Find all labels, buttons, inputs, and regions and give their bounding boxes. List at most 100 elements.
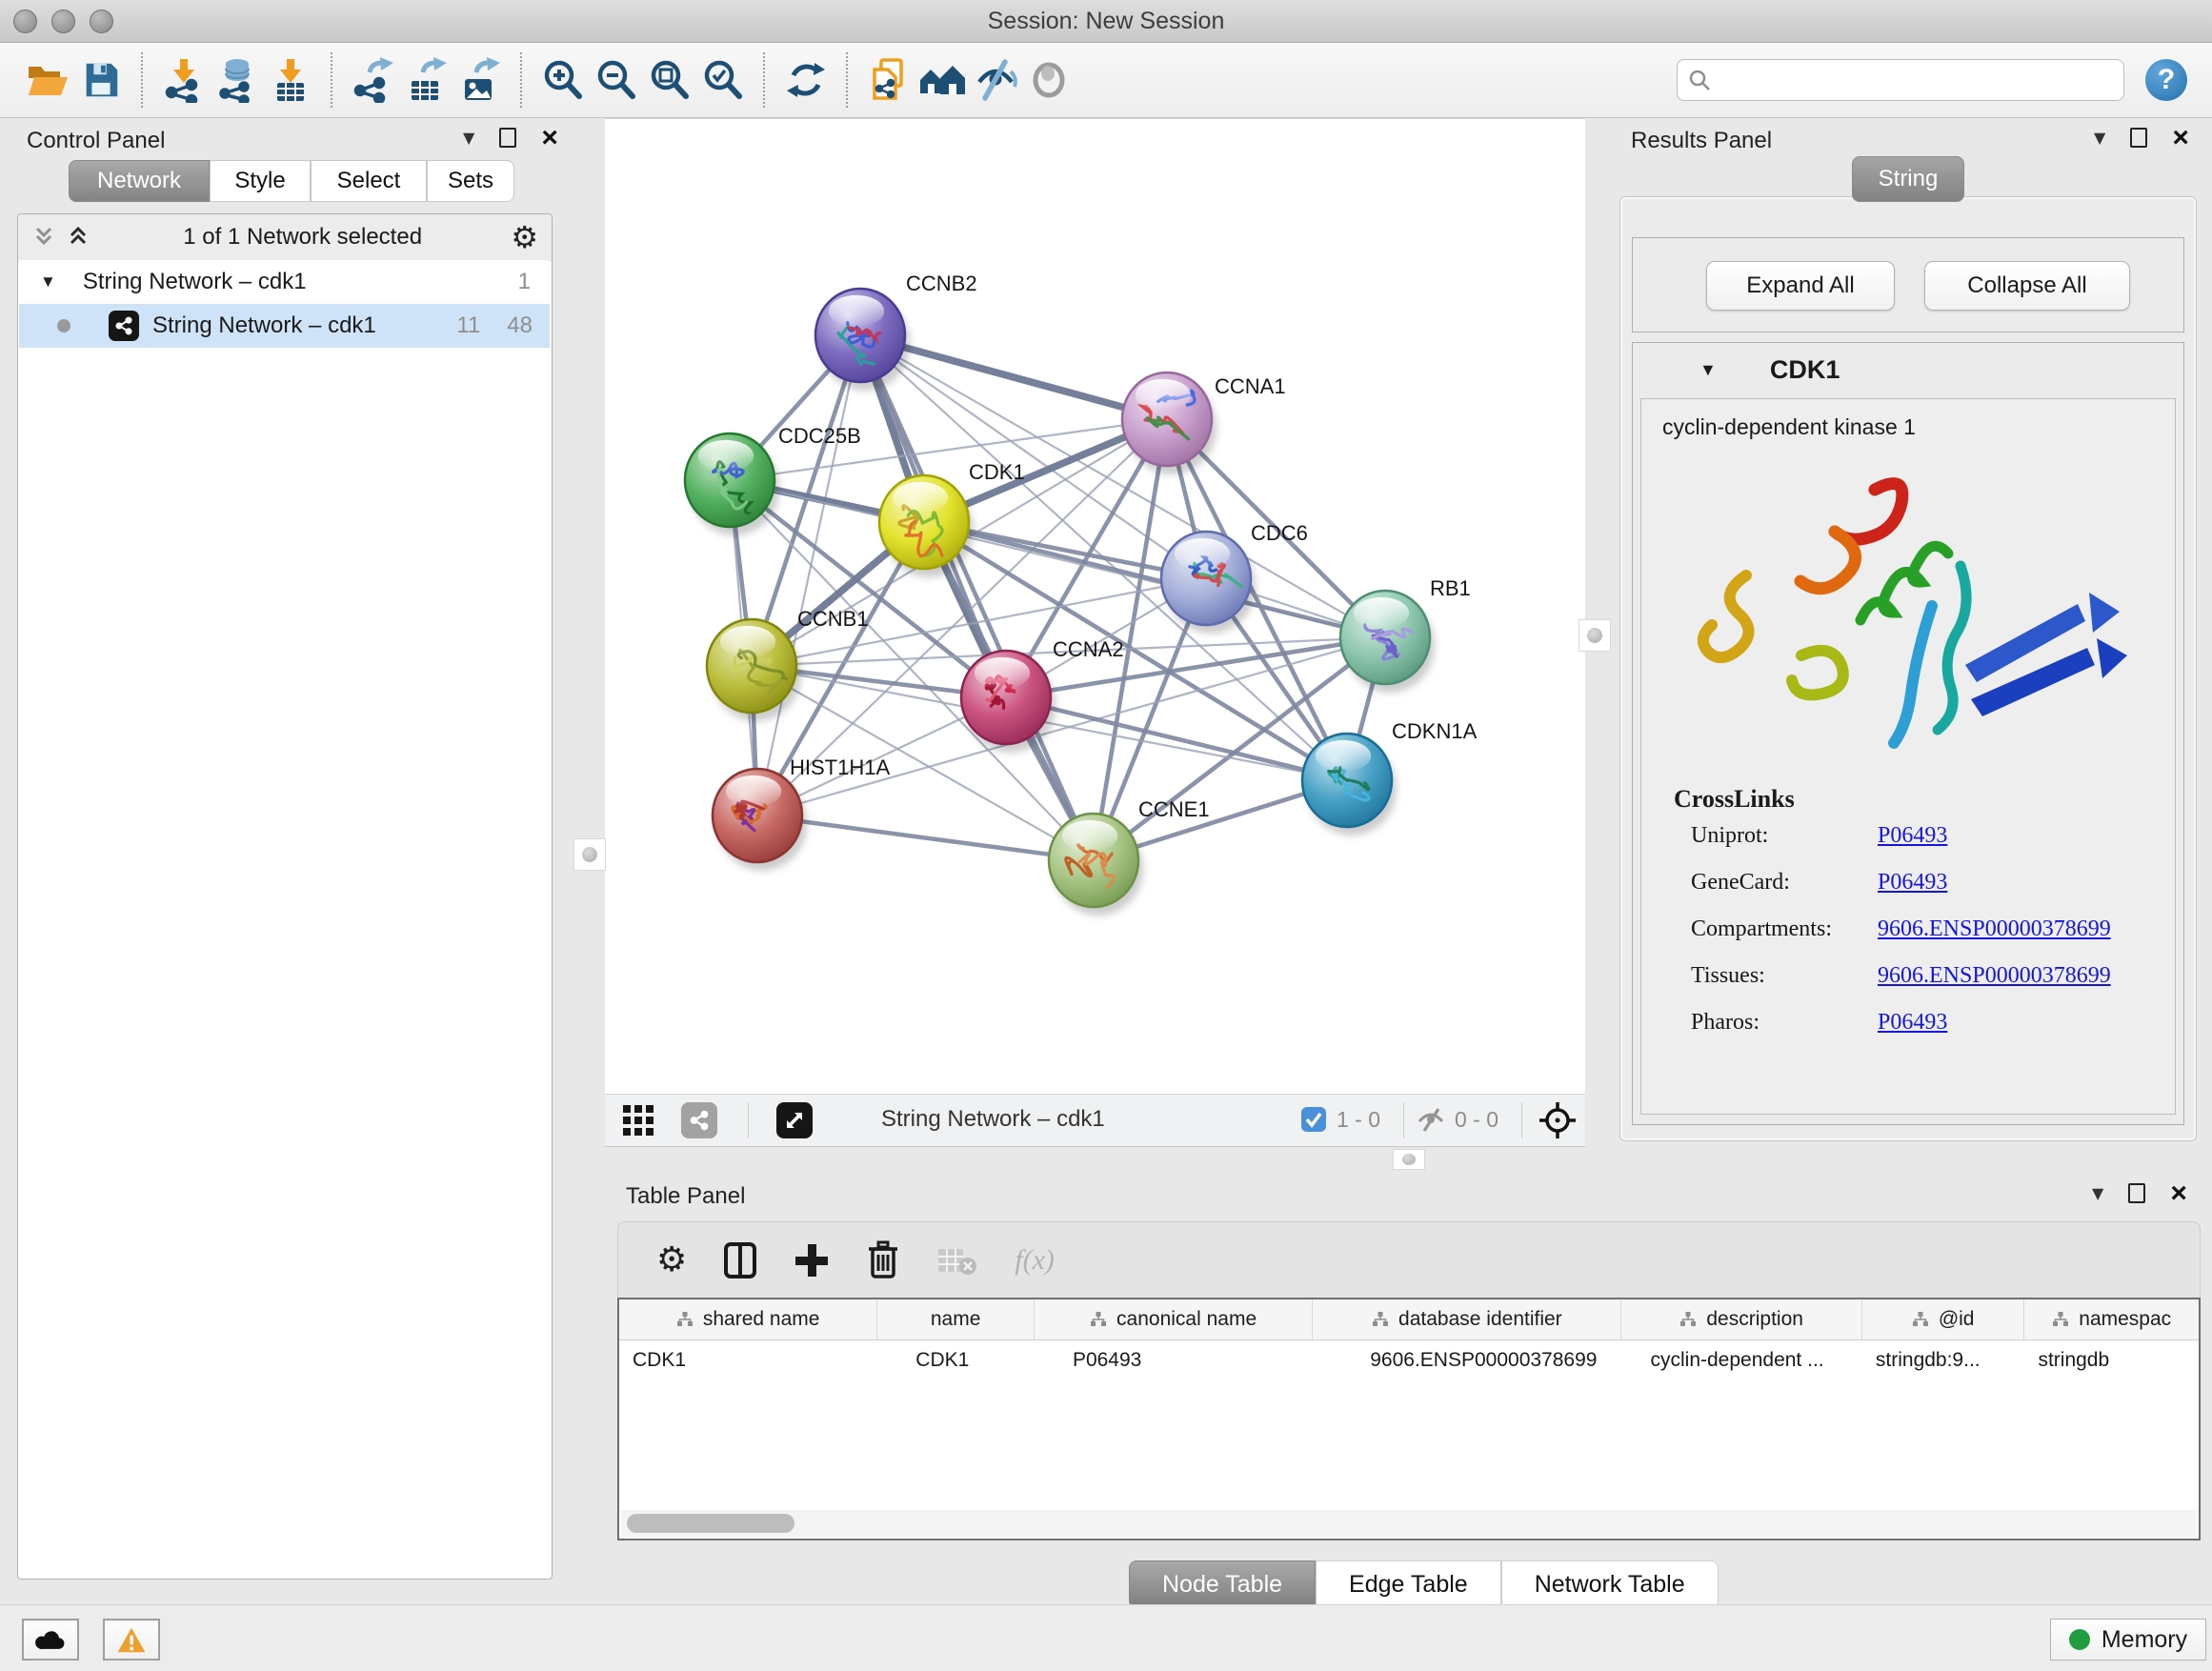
memory-button[interactable]: Memory: [2050, 1619, 2206, 1661]
edge[interactable]: [860, 335, 1094, 860]
apply-preferred-layout-icon[interactable]: [779, 53, 833, 107]
zoom-in-icon[interactable]: [536, 53, 590, 107]
delete-column-trash-icon[interactable]: [866, 1240, 900, 1280]
crosslink-link[interactable]: P06493: [1878, 870, 2175, 896]
node-CCNA2[interactable]: CCNA2: [961, 637, 1124, 753]
close-panel-icon[interactable]: ×: [2170, 1184, 2187, 1203]
node-HIST1H1A[interactable]: HIST1H1A: [713, 755, 890, 871]
zoom-out-icon[interactable]: [590, 53, 643, 107]
detach-view-icon[interactable]: [776, 1102, 813, 1138]
tab-edge-table[interactable]: Edge Table: [1316, 1560, 1501, 1608]
expand-all-icon[interactable]: [66, 225, 94, 250]
entry-header[interactable]: ▼ CDK1: [1633, 343, 2183, 396]
control-panel-title: Control Panel: [27, 128, 165, 154]
float-panel-icon[interactable]: [2130, 128, 2147, 148]
function-builder-icon[interactable]: f(x): [1015, 1244, 1055, 1277]
table-options-gear-icon[interactable]: ⚙: [656, 1240, 687, 1279]
tab-select[interactable]: Select: [311, 160, 427, 202]
column-header[interactable]: name: [877, 1299, 1035, 1339]
column-header[interactable]: canonical name: [1035, 1299, 1313, 1339]
tab-network-table[interactable]: Network Table: [1501, 1560, 1719, 1608]
save-session-icon[interactable]: [74, 53, 128, 107]
node-label: HIST1H1A: [790, 755, 890, 779]
node-label: CCNB1: [797, 607, 869, 631]
selected-checkbox-icon[interactable]: [1300, 1106, 1327, 1137]
column-header[interactable]: @id: [1862, 1299, 2025, 1339]
close-panel-icon[interactable]: ×: [541, 129, 558, 148]
horizontal-splitter-handle[interactable]: [1393, 1149, 1425, 1170]
import-table-from-file-icon[interactable]: [264, 53, 317, 107]
crosslink-link[interactable]: 9606.ENSP00000378699: [1878, 916, 2175, 942]
entry-expander-icon[interactable]: ▼: [1699, 360, 1717, 380]
expand-all-button[interactable]: Expand All: [1706, 261, 1895, 311]
node-CDK1[interactable]: CDK1: [879, 460, 1025, 577]
help-icon[interactable]: ?: [2145, 59, 2187, 101]
collapse-all-button[interactable]: Collapse All: [1924, 261, 2130, 311]
node-CCNB2[interactable]: CCNB2: [815, 272, 977, 391]
edge[interactable]: [757, 335, 860, 815]
warning-status-button[interactable]: [103, 1619, 160, 1661]
crosslink-link[interactable]: P06493: [1878, 823, 2175, 849]
collapse-panel-icon[interactable]: ▼: [463, 129, 474, 147]
tab-sets[interactable]: Sets: [427, 160, 514, 202]
cloud-status-button[interactable]: [22, 1619, 79, 1661]
node-CDKN1A[interactable]: CDKN1A: [1302, 719, 1478, 836]
network-share-icon[interactable]: [681, 1102, 717, 1138]
open-session-icon[interactable]: [21, 53, 74, 107]
horizontal-scrollbar[interactable]: [621, 1510, 2197, 1537]
show-all-icon[interactable]: [1022, 53, 1076, 107]
hide-selection-icon[interactable]: [969, 53, 1022, 107]
create-column-icon[interactable]: [794, 1242, 830, 1278]
collapse-all-icon[interactable]: [31, 225, 60, 250]
zoom-fit-icon[interactable]: [643, 53, 696, 107]
control-panel-header-controls: ▼ ×: [463, 128, 558, 148]
node-CDC25B[interactable]: CDC25B: [685, 424, 861, 535]
tab-network[interactable]: Network: [69, 160, 210, 202]
node-table[interactable]: shared name name canonical name database…: [617, 1298, 2201, 1540]
import-network-from-file-icon[interactable]: [157, 53, 211, 107]
column-header[interactable]: description: [1621, 1299, 1861, 1339]
collapse-panel-icon[interactable]: ▼: [2094, 129, 2105, 147]
delete-table-icon[interactable]: [936, 1243, 978, 1278]
edge[interactable]: [757, 815, 1094, 860]
network-row-selected[interactable]: String Network – cdk1 11 48: [19, 304, 550, 348]
show-columns-icon[interactable]: [723, 1241, 757, 1279]
birdseye-crosshair-icon[interactable]: [1538, 1101, 1577, 1144]
node-CDC6[interactable]: CDC6: [1161, 521, 1308, 634]
table-row[interactable]: CDK1 CDK1 P06493 9606.ENSP00000378699 cy…: [619, 1340, 2199, 1380]
new-network-from-selection-icon[interactable]: [862, 53, 915, 107]
crosslink-link[interactable]: P06493: [1878, 1010, 2175, 1036]
column-header[interactable]: namespac: [2024, 1299, 2199, 1339]
collapse-panel-icon[interactable]: ▼: [2092, 1184, 2103, 1202]
tab-node-table[interactable]: Node Table: [1129, 1560, 1316, 1608]
scrollbar-thumb[interactable]: [627, 1514, 794, 1533]
crosslink-link[interactable]: 9606.ENSP00000378699: [1878, 963, 2175, 989]
zoom-selected-icon[interactable]: [696, 53, 750, 107]
import-network-from-database-icon[interactable]: [211, 53, 264, 107]
network-collection-row[interactable]: ▼ String Network – cdk1 1: [19, 260, 550, 304]
grid-view-icon[interactable]: [622, 1104, 654, 1141]
tab-string[interactable]: String: [1852, 156, 1964, 202]
tab-style[interactable]: Style: [210, 160, 311, 202]
search-input[interactable]: [1712, 67, 2114, 93]
results-panel-header-controls: ▼ ×: [2094, 128, 2189, 148]
network-options-gear-icon[interactable]: ⚙: [511, 219, 538, 255]
close-panel-icon[interactable]: ×: [2172, 129, 2189, 148]
export-image-icon[interactable]: [453, 53, 507, 107]
right-splitter-handle[interactable]: [1579, 619, 1611, 652]
node-RB1[interactable]: RB1: [1340, 576, 1471, 693]
network-graph[interactable]: CCNB2 CCNA1 CDC25BCDK1 CDC6 RB1 CCNB1 CCNA2 CDK…: [605, 119, 1585, 1095]
column-header[interactable]: shared name: [619, 1299, 877, 1339]
left-splitter-handle[interactable]: [573, 838, 606, 871]
float-panel-icon[interactable]: [499, 128, 516, 148]
tree-expander-icon[interactable]: ▼: [40, 272, 56, 292]
export-network-icon[interactable]: [347, 53, 400, 107]
table-panel: Table Panel ▼ × ⚙ f(x) shared name name …: [605, 1174, 2212, 1604]
export-table-icon[interactable]: [400, 53, 453, 107]
node-CCNA1[interactable]: CCNA1: [1122, 372, 1286, 474]
column-header[interactable]: database identifier: [1313, 1299, 1621, 1339]
hidden-eye-icon[interactable]: [1417, 1106, 1445, 1137]
float-panel-icon[interactable]: [2128, 1183, 2145, 1203]
network-canvas[interactable]: CCNB2 CCNA1 CDC25BCDK1 CDC6 RB1 CCNB1 CCNA2 CDK…: [605, 118, 1585, 1095]
first-neighbors-icon[interactable]: [915, 53, 969, 107]
